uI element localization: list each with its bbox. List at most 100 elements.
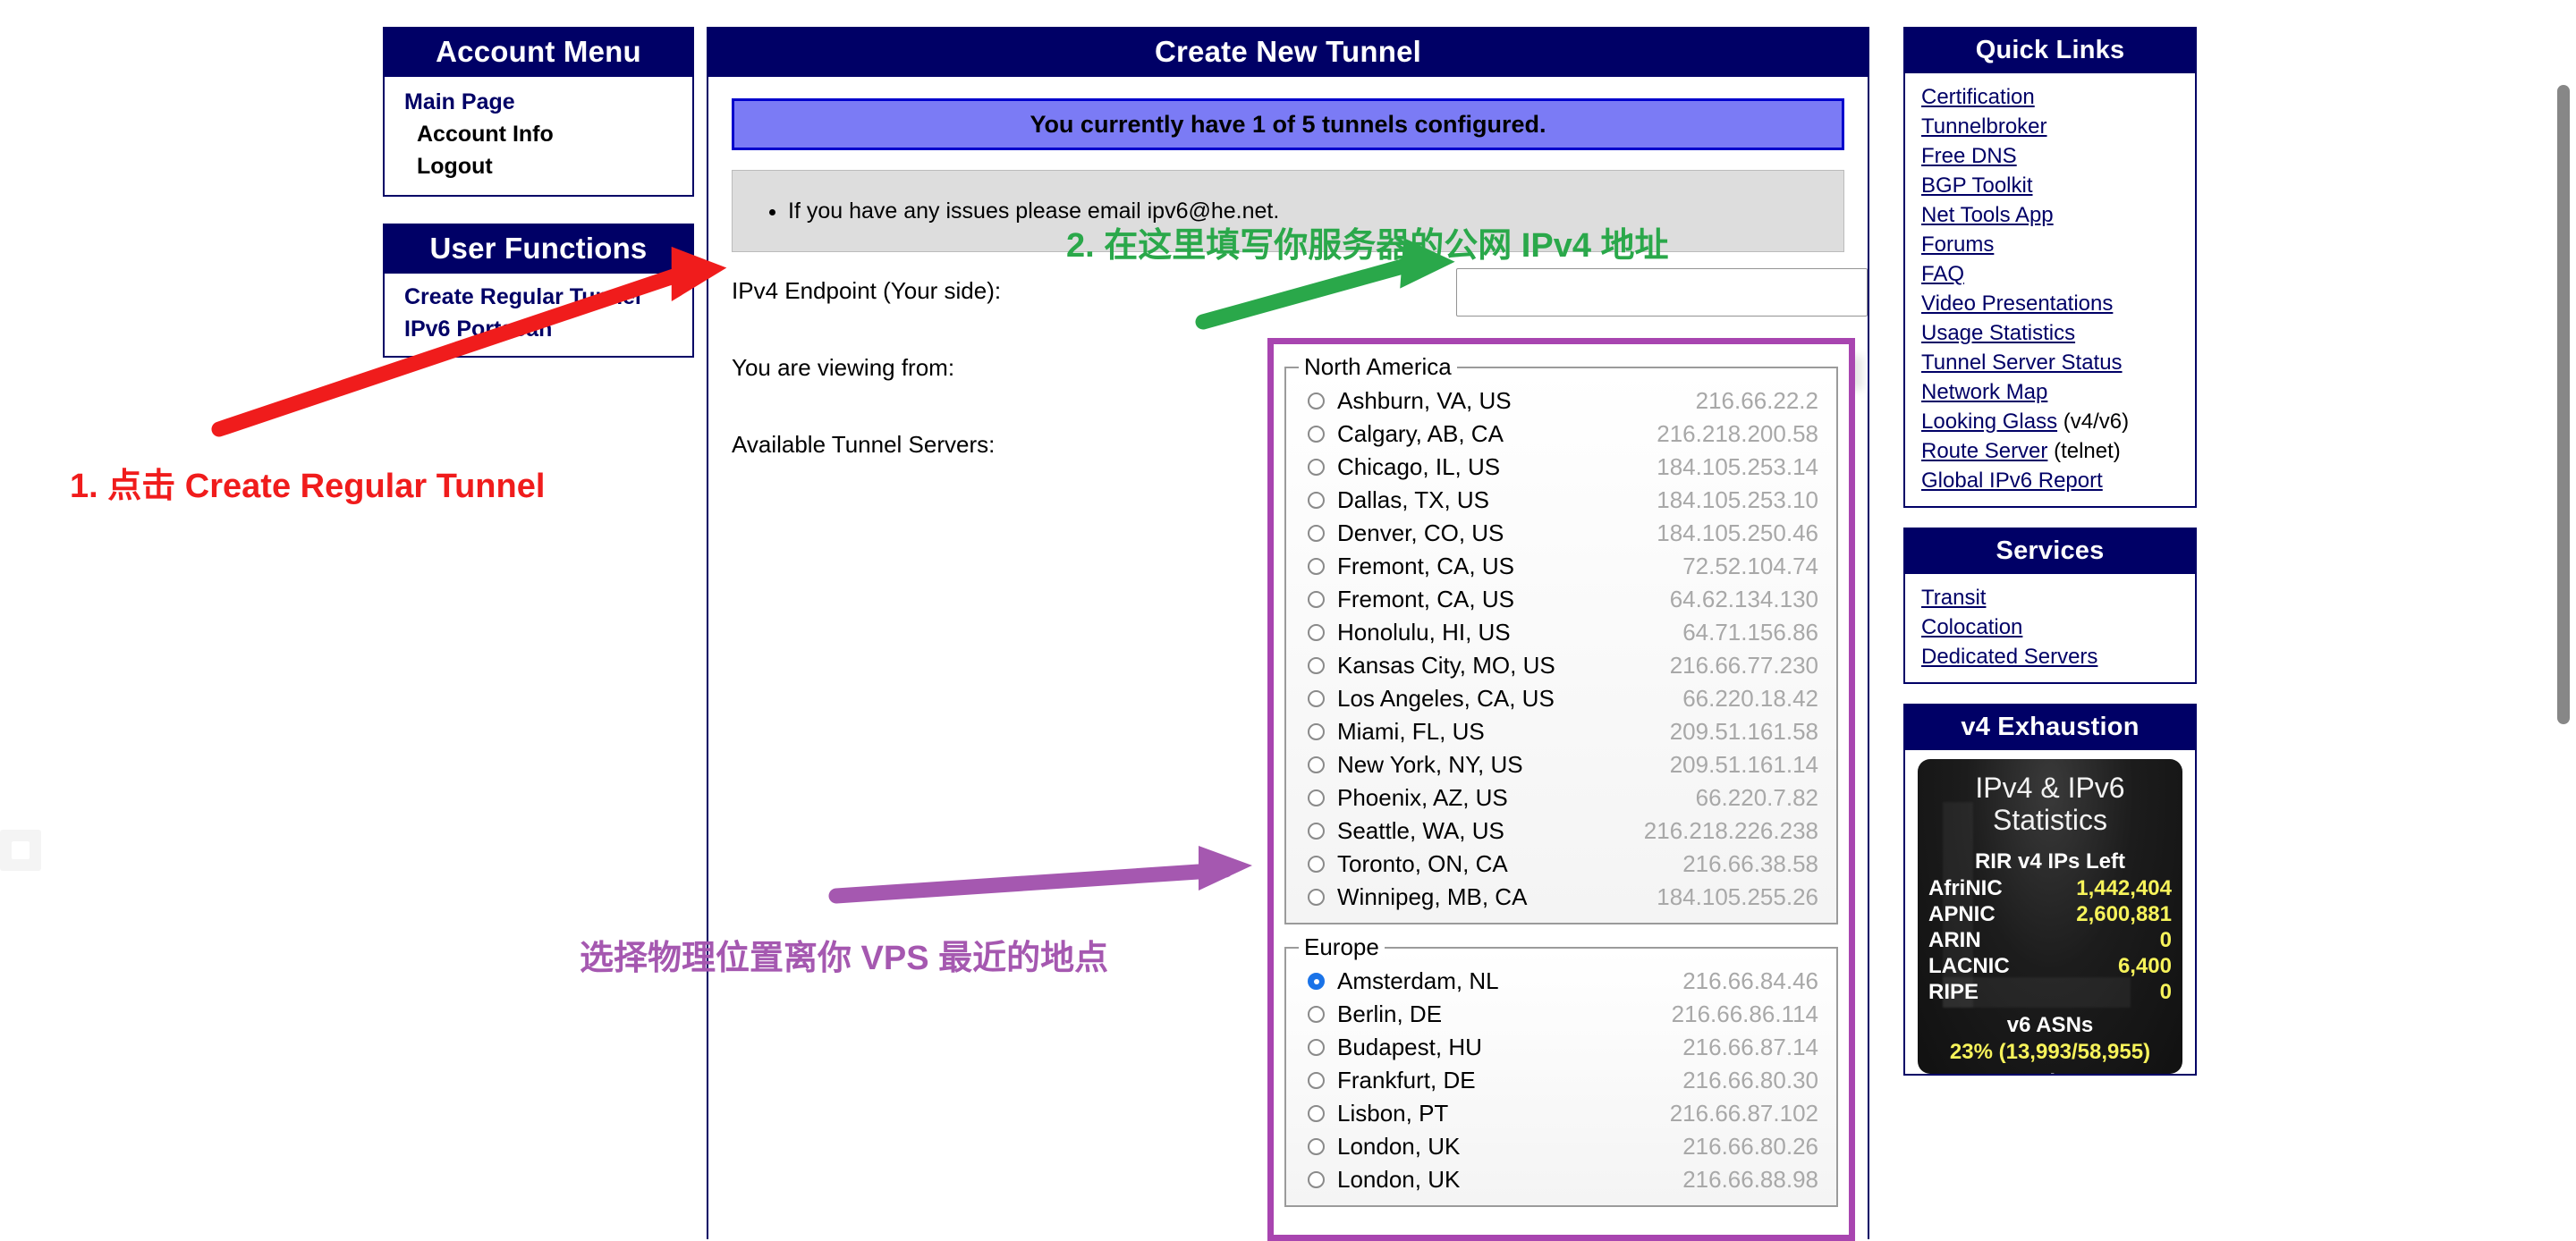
server-city: Berlin, DE <box>1337 1000 1443 1027</box>
server-option[interactable]: Miami, FL, US 209.51.161.58 <box>1295 715 1827 748</box>
server-option[interactable]: Los Angeles, CA, US 66.220.18.42 <box>1295 682 1827 715</box>
radio-icon[interactable] <box>1308 1072 1325 1089</box>
radio-icon[interactable] <box>1308 492 1325 509</box>
radio-icon[interactable] <box>1308 856 1325 873</box>
radio-icon[interactable] <box>1308 723 1325 740</box>
server-option[interactable]: Denver, CO, US 184.105.250.46 <box>1295 517 1827 550</box>
sidebar-item-logout[interactable]: Logout <box>385 150 692 182</box>
quick-link-usage-statistics[interactable]: Usage Statistics <box>1905 318 2195 348</box>
radio-icon[interactable] <box>1308 459 1325 476</box>
ipv4-endpoint-input[interactable] <box>1456 268 1868 317</box>
server-option[interactable]: Frankfurt, DE 216.66.80.30 <box>1295 1064 1827 1097</box>
radio-icon[interactable] <box>1308 1105 1325 1122</box>
server-option[interactable]: Amsterdam, NL 216.66.84.46 <box>1295 965 1827 998</box>
user-functions-list: Create Regular Tunnel IPv6 Portscan <box>383 274 694 358</box>
quick-link-tunnelbroker[interactable]: Tunnelbroker <box>1905 112 2195 141</box>
radio-icon[interactable] <box>1308 789 1325 806</box>
server-ip: 216.66.84.46 <box>1682 967 1818 994</box>
scrollbar-thumb[interactable] <box>2557 85 2570 724</box>
server-option[interactable]: London, UK 216.66.80.26 <box>1295 1130 1827 1163</box>
server-ip: 66.220.18.42 <box>1682 685 1818 712</box>
server-ip: 64.62.134.130 <box>1669 586 1818 612</box>
server-option[interactable]: Budapest, HU 216.66.87.14 <box>1295 1031 1827 1064</box>
server-option[interactable]: New York, NY, US 209.51.161.14 <box>1295 748 1827 781</box>
quick-link-faq[interactable]: FAQ <box>1905 259 2195 289</box>
user-functions-panel: User Functions Create Regular Tunnel IPv… <box>383 224 694 358</box>
server-ip: 209.51.161.58 <box>1669 718 1818 745</box>
server-ip: 216.66.80.26 <box>1682 1133 1818 1160</box>
service-link-transit[interactable]: Transit <box>1905 583 2195 612</box>
sidebar-item-ipv6-portscan[interactable]: IPv6 Portscan <box>385 313 692 345</box>
quick-link-global-ipv6-report[interactable]: Global IPv6 Report <box>1905 466 2195 495</box>
quick-link-tunnel-server-status[interactable]: Tunnel Server Status <box>1905 348 2195 377</box>
quick-link-looking-glass[interactable]: Looking Glass (v4/v6) <box>1905 407 2195 436</box>
server-option[interactable]: Fremont, CA, US 64.62.134.130 <box>1295 583 1827 616</box>
radio-icon[interactable] <box>1308 426 1325 443</box>
quick-link-network-map[interactable]: Network Map <box>1905 377 2195 407</box>
region-label-europe: Europe <box>1304 933 1379 960</box>
radio-icon[interactable] <box>1308 690 1325 707</box>
quick-link-label: Video Presentations <box>1921 291 2114 316</box>
quick-link-certification[interactable]: Certification <box>1905 82 2195 112</box>
radio-icon[interactable] <box>1308 1006 1325 1023</box>
quick-link-video-presentations[interactable]: Video Presentations <box>1905 289 2195 318</box>
radio-icon[interactable] <box>1308 393 1325 409</box>
server-city: Fremont, CA, US <box>1337 586 1514 612</box>
quick-link-free-dns[interactable]: Free DNS <box>1905 141 2195 171</box>
radio-icon[interactable] <box>1308 973 1325 990</box>
server-option[interactable]: Phoenix, AZ, US 66.220.7.82 <box>1295 781 1827 815</box>
server-option[interactable]: Lisbon, PT 216.66.87.102 <box>1295 1097 1827 1130</box>
quick-link-net-tools-app[interactable]: Net Tools App <box>1905 200 2195 230</box>
radio-icon[interactable] <box>1308 657 1325 674</box>
server-option[interactable]: Ashburn, VA, US 216.66.22.2 <box>1295 384 1827 418</box>
server-ip: 209.51.161.14 <box>1669 751 1818 778</box>
server-city: Los Angeles, CA, US <box>1337 685 1555 712</box>
server-option[interactable]: Berlin, DE 216.66.86.114 <box>1295 998 1827 1031</box>
server-option[interactable]: London, UK 216.66.88.98 <box>1295 1163 1827 1196</box>
radio-icon[interactable] <box>1308 1171 1325 1188</box>
rir-heading: RIR v4 IPs Left <box>1974 849 2126 874</box>
server-city: Seattle, WA, US <box>1337 817 1504 844</box>
quick-link-bgp-toolkit[interactable]: BGP Toolkit <box>1905 171 2195 200</box>
radio-icon[interactable] <box>1308 1039 1325 1056</box>
rir-row-ripe: RIPE 0 <box>1928 979 2172 1005</box>
radio-icon[interactable] <box>1308 1138 1325 1155</box>
sidebar-item-create-regular-tunnel[interactable]: Create Regular Tunnel <box>385 281 692 313</box>
quick-link-route-server[interactable]: Route Server (telnet) <box>1905 436 2195 466</box>
server-city: Chicago, IL, US <box>1337 453 1501 480</box>
quick-link-label: Net Tools App <box>1921 203 2054 227</box>
server-option[interactable]: Calgary, AB, CA 216.218.200.58 <box>1295 418 1827 451</box>
user-functions-title: User Functions <box>383 224 694 274</box>
server-city: Kansas City, MO, US <box>1337 652 1555 679</box>
server-option[interactable]: Winnipeg, MB, CA 184.105.255.26 <box>1295 881 1827 914</box>
quick-link-forums[interactable]: Forums <box>1905 230 2195 259</box>
server-option[interactable]: Honolulu, HI, US 64.71.156.86 <box>1295 616 1827 649</box>
radio-icon[interactable] <box>1308 558 1325 575</box>
server-option[interactable]: Kansas City, MO, US 216.66.77.230 <box>1295 649 1827 682</box>
radio-icon[interactable] <box>1308 823 1325 840</box>
radio-icon[interactable] <box>1308 756 1325 773</box>
server-option[interactable]: Fremont, CA, US 72.52.104.74 <box>1295 550 1827 583</box>
sidebar-item-account-info[interactable]: Account Info <box>385 118 692 150</box>
server-option[interactable]: Chicago, IL, US 184.105.253.14 <box>1295 451 1827 484</box>
sidebar-item-main-page[interactable]: Main Page <box>385 86 692 118</box>
service-link-colocation[interactable]: Colocation <box>1905 612 2195 642</box>
radio-icon[interactable] <box>1308 525 1325 542</box>
radio-icon[interactable] <box>1308 624 1325 641</box>
server-option[interactable]: Toronto, ON, CA 216.66.38.58 <box>1295 848 1827 881</box>
page-scrollbar[interactable] <box>2551 0 2576 1241</box>
server-option[interactable]: Seattle, WA, US 216.218.226.238 <box>1295 815 1827 848</box>
quick-links-list: Certification Tunnelbroker Free DNS BGP … <box>1903 73 2197 508</box>
quick-link-label: Looking Glass <box>1921 409 2058 434</box>
v6-asns-value: 23% (13,993/58,955) <box>1949 1040 2151 1064</box>
radio-icon[interactable] <box>1308 591 1325 608</box>
radio-icon[interactable] <box>1308 889 1325 906</box>
services-list: Transit Colocation Dedicated Servers <box>1903 574 2197 684</box>
server-ip: 184.105.255.26 <box>1657 883 1818 910</box>
server-option[interactable]: Dallas, TX, US 184.105.253.10 <box>1295 484 1827 517</box>
service-link-dedicated-servers[interactable]: Dedicated Servers <box>1905 642 2195 671</box>
server-city: Phoenix, AZ, US <box>1337 784 1508 811</box>
rir-name: LACNIC <box>1928 954 2010 978</box>
server-ip: 72.52.104.74 <box>1682 553 1818 579</box>
tunnel-server-list[interactable]: North America Ashburn, VA, US 216.66.22.… <box>1267 338 1855 1241</box>
